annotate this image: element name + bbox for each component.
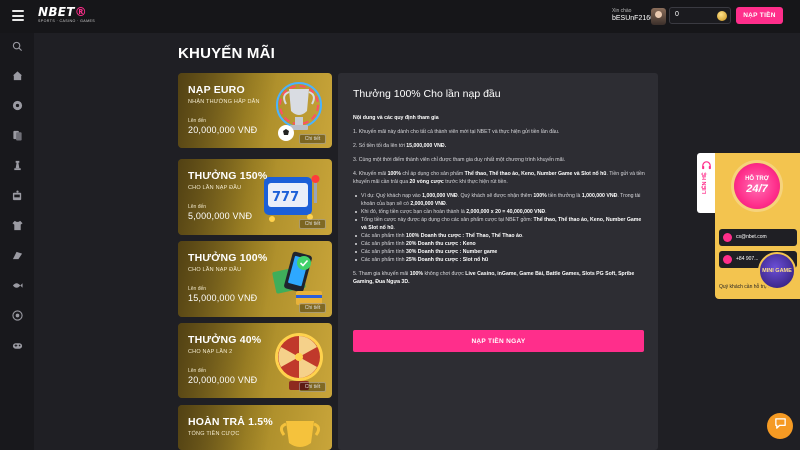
detail-button[interactable]: Chi tiết <box>299 303 326 313</box>
support-question: Quý khách cần hỗ trợ? <box>719 284 770 290</box>
promo-card-100[interactable]: THƯỞNG 100% CHO LẦN NẠP ĐẦU Lên đến 15,0… <box>178 241 332 317</box>
promo-title: THƯỞNG 100% <box>188 252 268 264</box>
top-bar: NBET® SPORTS · CASINO · GAMES Xin chào b… <box>0 0 800 33</box>
list-item: Các sản phẩm tính 30% Doanh thu cược : N… <box>355 248 648 256</box>
detail-button[interactable]: Chi tiết <box>299 219 326 229</box>
list-item: Các sản phẩm tính 100% Doanh thu cược : … <box>355 232 648 240</box>
search-icon[interactable] <box>12 41 23 52</box>
promo-card-40[interactable]: THƯỞNG 40% CHO NẠP LẦN 2 Lên đến 20,000,… <box>178 323 332 398</box>
balance-value: 0 <box>675 11 679 18</box>
home-icon[interactable] <box>12 70 23 81</box>
phone-icon <box>723 255 732 264</box>
list-item: Ví dụ: Quý khách nạp vào 1,000,000 VNĐ. … <box>355 192 648 208</box>
svg-text:777: 777 <box>272 190 299 205</box>
detail-title: Thưởng 100% Cho lần nạp đầu <box>353 88 501 100</box>
rules-heading: Nội dung và các quy định tham gia <box>353 115 439 121</box>
support-email[interactable]: cs@nbet.com <box>719 229 797 246</box>
contact-tab-label: LIÊN HỆ <box>702 172 708 194</box>
coin-icon <box>717 11 727 21</box>
main-content: KHUYẾN MÃI NẠP EURO NHẬN THƯỞNG HẤP DẪN … <box>34 33 800 450</box>
promo-amount: 20,000,000 VNĐ <box>188 375 258 385</box>
mini-game-label: MINI GAME <box>762 268 792 274</box>
gamepad-icon[interactable] <box>12 340 23 351</box>
deposit-button[interactable]: NẠP TIỀN <box>736 7 783 24</box>
promo-subtitle: NHẬN THƯỞNG HẤP DẪN <box>188 99 260 105</box>
page-title: KHUYẾN MÃI <box>178 45 276 62</box>
promo-subtitle: CHO LẦN NẠP ĐẦU <box>188 185 242 191</box>
rule-2: 2. Số tiền tối đa lên tới 15,000,000 VNĐ… <box>353 143 447 149</box>
support-badge-top: HỖ TRỢ <box>745 176 769 182</box>
email-text: cs@nbet.com <box>736 234 767 240</box>
rule-5: 5. Tham gia khuyến mãi 100% không chơi đ… <box>353 271 635 285</box>
deposit-now-button[interactable]: NẠP TIỀN NGAY <box>353 330 644 352</box>
fish-icon[interactable] <box>12 280 23 291</box>
chess-icon[interactable] <box>12 160 23 171</box>
list-item: Các sản phẩm tính 20% Doanh thu cược : K… <box>355 240 648 248</box>
headset-icon <box>701 158 712 170</box>
promo-detail-panel: Thưởng 100% Cho lần nạp đầu Nội dung và … <box>338 73 658 450</box>
promo-subtitle: TỔNG TIỀN CƯỢC <box>188 431 240 437</box>
promo-title: NẠP EURO <box>188 84 245 96</box>
support-badge-main: 24/7 <box>746 183 768 195</box>
rule-1: 1. Khuyến mãi này dành cho tất cả thành … <box>353 129 560 135</box>
list-item: Các sản phẩm tính 25% Doanh thu cược : S… <box>355 256 648 264</box>
list-item: Tổng tiền cược này được áp dụng cho các … <box>355 216 648 232</box>
menu-icon[interactable] <box>12 10 24 21</box>
phone-money-art <box>266 247 326 309</box>
list-item: Khi đó, tổng tiền cược bạn cần hoàn thàn… <box>355 208 648 216</box>
balance-box[interactable]: 0 <box>669 7 731 24</box>
rule-3: 3. Cùng một thời điểm thành viên chỉ đượ… <box>353 157 566 163</box>
promo-amount: 15,000,000 VNĐ <box>188 293 258 303</box>
sidebar <box>0 33 34 450</box>
rule-4: 4. Khuyến mãi 100% chỉ áp dụng cho sản p… <box>353 171 645 185</box>
promo-card-euro[interactable]: NẠP EURO NHẬN THƯỞNG HẤP DẪN Lên đến 20,… <box>178 73 332 148</box>
avatar[interactable] <box>651 8 666 25</box>
rule-4-list: Ví dụ: Quý khách nạp vào 1,000,000 VNĐ. … <box>353 192 648 264</box>
promo-amount: 20,000,000 VNĐ <box>188 125 258 135</box>
promo-title: THƯỞNG 150% <box>188 170 268 182</box>
promo-label: Lên đến <box>188 118 207 124</box>
promo-label: Lên đến <box>188 204 207 210</box>
lottery-icon[interactable] <box>12 310 23 321</box>
promo-card-cashback[interactable]: HOÀN TRẢ 1.5% TỔNG TIỀN CƯỢC <box>178 405 332 450</box>
slot-machine-icon[interactable] <box>12 190 23 201</box>
promo-title: THƯỞNG 40% <box>188 334 262 346</box>
detail-button[interactable]: Chi tiết <box>299 382 326 392</box>
cards-icon[interactable] <box>12 130 23 141</box>
promo-label: Lên đến <box>188 368 207 374</box>
sports-ball-icon[interactable] <box>12 100 23 111</box>
username: bESUnF2166 <box>612 15 655 22</box>
promo-card-150[interactable]: 777 THƯỞNG 150% CHO LẦN NẠP ĐẦU Lên đến … <box>178 159 332 235</box>
user-info[interactable]: Xin chào bESUnF2166 <box>612 8 655 23</box>
promo-title: HOÀN TRẢ 1.5% <box>188 416 273 428</box>
promo-subtitle: CHO NẠP LẦN 2 <box>188 349 233 355</box>
logo[interactable]: NBET® SPORTS · CASINO · GAMES <box>38 5 96 28</box>
promo-label: Lên đến <box>188 286 207 292</box>
slot-machine-art: 777 <box>260 167 324 223</box>
support-badge: HỖ TRỢ 24/7 <box>734 163 780 209</box>
tent-icon[interactable] <box>12 250 23 261</box>
promo-subtitle: CHO LẦN NẠP ĐẦU <box>188 267 242 273</box>
detail-body: Nội dung và các quy định tham gia 1. Khu… <box>353 114 648 286</box>
mail-icon <box>723 233 732 242</box>
logo-text: NBET <box>38 5 75 19</box>
chat-icon <box>774 417 787 435</box>
chat-button[interactable] <box>767 413 793 439</box>
cup-art <box>276 413 324 450</box>
detail-button[interactable]: Chi tiết <box>299 134 326 144</box>
mini-game-button[interactable]: MINI GAME <box>758 252 796 290</box>
contact-tab[interactable]: LIÊN HỆ <box>697 153 716 213</box>
phone-text: +84 907... <box>736 256 759 262</box>
logo-tagline: SPORTS · CASINO · GAMES <box>38 19 96 23</box>
promo-amount: 5,000,000 VNĐ <box>188 211 253 221</box>
